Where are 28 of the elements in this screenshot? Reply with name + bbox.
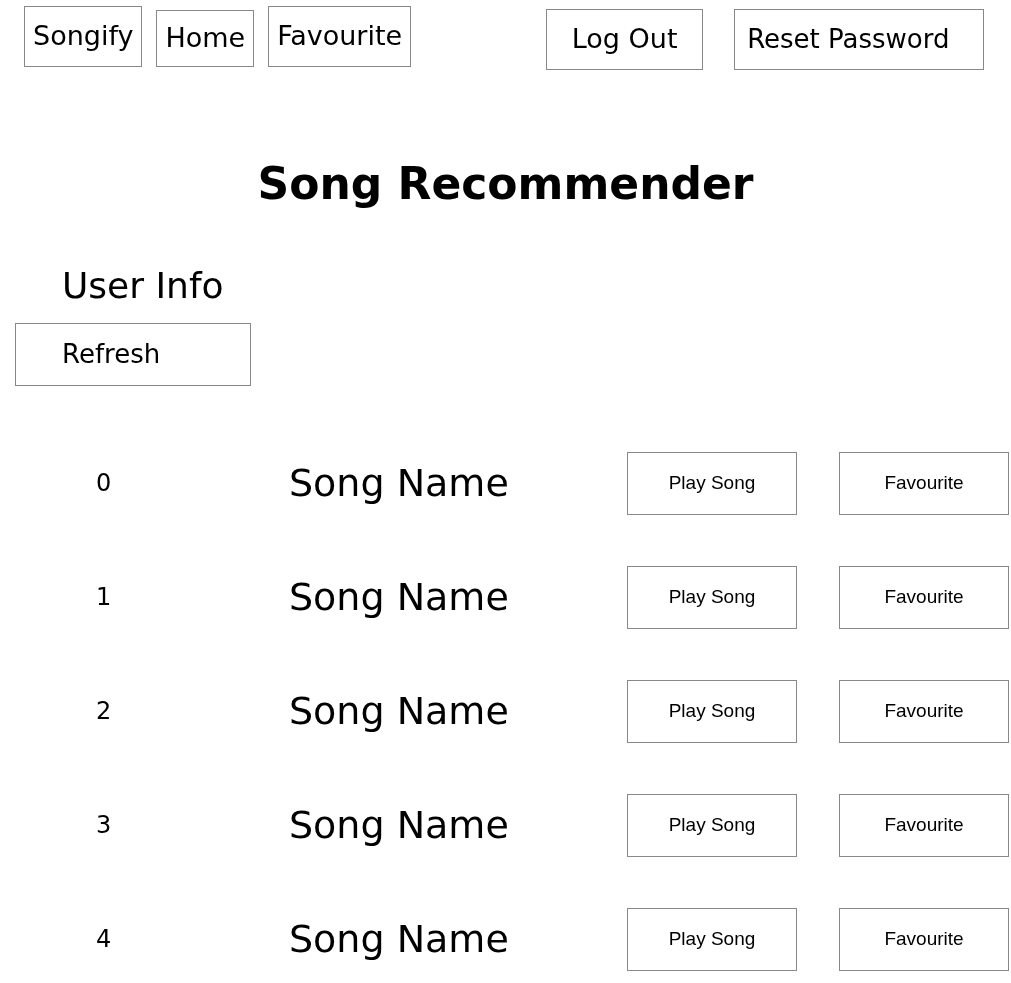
favourite-button[interactable]: Favourite (839, 451, 1009, 515)
favourite-button[interactable]: Favourite (839, 793, 1009, 857)
favourite-button[interactable]: Favourite (839, 907, 1009, 971)
refresh-button[interactable]: Refresh (15, 322, 251, 386)
row-number: 0 (96, 469, 112, 498)
row-number: 3 (96, 811, 112, 840)
favourite-button[interactable]: Favourite (839, 679, 1009, 743)
play-song-button[interactable]: Play Song (627, 907, 797, 971)
nav-button[interactable]: Favourite (268, 6, 412, 67)
logo-button[interactable]: Songify (24, 6, 143, 67)
nav-button[interactable]: Log Out (546, 9, 704, 70)
favourite-button[interactable]: Favourite (839, 565, 1009, 629)
play-song-button[interactable]: Play Song (627, 451, 797, 515)
song-name: Song Name (289, 802, 509, 847)
song-name: Song Name (289, 574, 509, 619)
nav-button[interactable]: Home (156, 10, 255, 67)
play-song-button[interactable]: Play Song (627, 679, 797, 743)
nav-button[interactable]: Reset Password (734, 9, 985, 70)
row-number: 2 (96, 697, 112, 726)
row-number: 1 (96, 583, 112, 612)
play-song-button[interactable]: Play Song (627, 793, 797, 857)
song-name: Song Name (289, 460, 509, 505)
song-name: Song Name (289, 688, 509, 733)
section-heading: User Info (62, 263, 225, 308)
play-song-button[interactable]: Play Song (627, 565, 797, 629)
song-name: Song Name (289, 916, 509, 961)
row-number: 4 (96, 925, 112, 954)
page-title: Song Recommender (256, 158, 755, 211)
